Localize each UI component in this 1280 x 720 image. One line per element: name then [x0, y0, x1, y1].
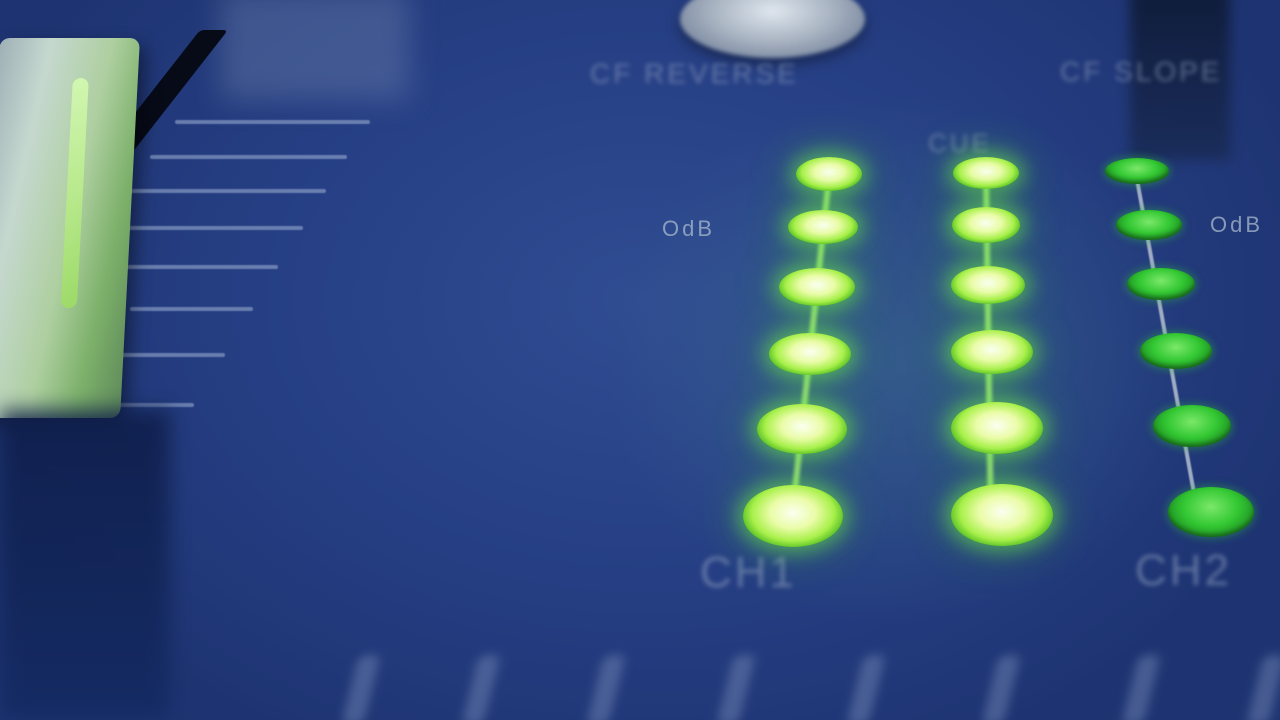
ch2-led	[1153, 405, 1231, 447]
ch2-led	[1140, 333, 1212, 369]
ch2-led	[1168, 487, 1254, 537]
ch2-led	[1127, 268, 1195, 300]
channel-2-label: CH2	[1135, 546, 1233, 595]
fader-knob[interactable]	[0, 38, 140, 418]
fader-shadow	[0, 410, 170, 720]
cue-label: CUE	[928, 128, 992, 158]
top-left-label: CF REVERSE	[590, 58, 799, 89]
cue-led	[953, 157, 1019, 189]
cue-led	[951, 266, 1025, 304]
left-meter-0db-label: OdB	[662, 216, 716, 241]
cue-led	[951, 484, 1053, 546]
cue-led	[951, 402, 1043, 454]
top-left-blur	[220, 0, 410, 100]
ch2-led	[1105, 158, 1169, 184]
ch1-led	[788, 210, 858, 244]
ch1-led	[757, 404, 847, 454]
top-right-label: CF SLOPE	[1060, 56, 1223, 87]
right-meter-0db-label: OdB	[1210, 212, 1264, 237]
channel-1-label: CH1	[700, 548, 798, 597]
ch1-led	[796, 157, 862, 191]
fader-knob-highlight	[60, 78, 89, 308]
ch1-led	[779, 268, 855, 306]
mixer-panel-photo: CF REVERSE CF SLOPE OdB OdB CUE CH1 CH2	[0, 0, 1280, 720]
ch2-led	[1116, 210, 1182, 240]
top-knob	[680, 0, 865, 58]
ch1-led	[769, 333, 851, 375]
cue-led	[952, 207, 1020, 243]
cue-led	[951, 330, 1033, 374]
ch1-led	[743, 485, 843, 547]
